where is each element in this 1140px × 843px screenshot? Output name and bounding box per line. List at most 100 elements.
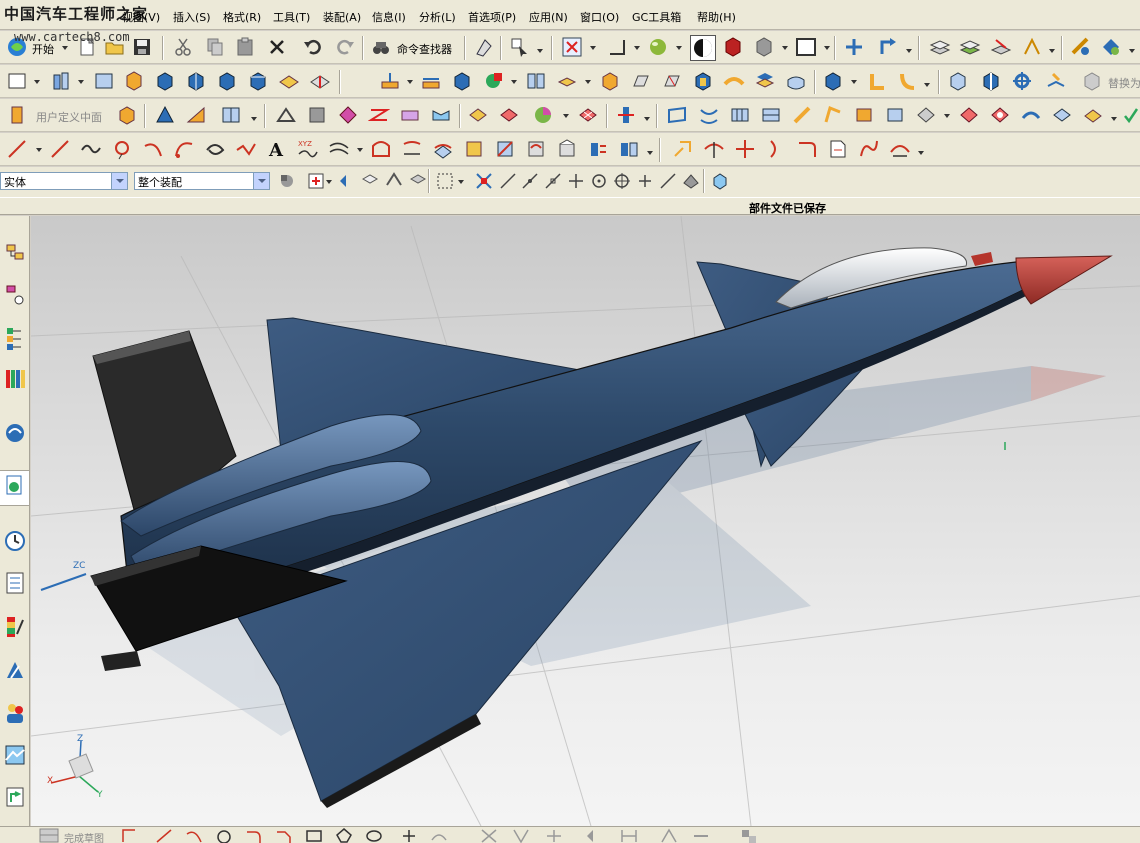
sketch-chamfer-icon[interactable] (275, 828, 293, 843)
profile-icon[interactable] (120, 828, 138, 843)
cone-icon[interactable] (216, 70, 238, 92)
sketch-corner-icon[interactable] (545, 828, 563, 843)
assembly-constraint-icon[interactable] (878, 36, 900, 58)
extrude-icon[interactable] (50, 70, 72, 92)
web-browser-icon[interactable] (3, 420, 27, 446)
combined-projection-icon[interactable] (587, 138, 609, 160)
start-dropdown-icon[interactable] (62, 46, 68, 50)
rectangle-select-icon[interactable] (435, 171, 457, 193)
line-alt-icon[interactable] (49, 138, 71, 160)
swept-icon[interactable] (185, 104, 207, 126)
mirror-curve-icon[interactable] (618, 138, 640, 160)
copy-icon[interactable] (204, 36, 226, 58)
orient-view-icon[interactable] (606, 36, 628, 58)
edit-curve-params-icon[interactable] (672, 138, 694, 160)
blend-icon[interactable] (309, 70, 331, 92)
trim-corner-icon[interactable] (734, 138, 756, 160)
sphere-icon[interactable] (247, 70, 269, 92)
x-form-icon[interactable] (958, 104, 980, 126)
text-icon[interactable]: A (266, 138, 288, 161)
save-icon[interactable] (131, 36, 153, 58)
undo-icon[interactable] (302, 36, 324, 58)
pad-icon[interactable] (822, 70, 844, 92)
sketch-auto-constraint-icon[interactable] (660, 828, 678, 843)
curve-network-icon[interactable] (666, 104, 688, 126)
match-edge-icon[interactable] (1020, 104, 1042, 126)
sketch-trim-icon[interactable] (480, 828, 498, 843)
boss-icon[interactable] (866, 70, 888, 92)
offset-curve-icon[interactable] (328, 138, 350, 160)
sketch-reattach-icon[interactable] (740, 828, 758, 843)
studio-surface-icon[interactable] (275, 104, 297, 126)
sketch-icon[interactable] (6, 70, 28, 92)
enlarge-icon[interactable] (1051, 104, 1073, 126)
undo-select-icon[interactable] (336, 171, 358, 193)
menu-analysis[interactable]: 分析(L) (419, 9, 456, 25)
helix-icon[interactable] (204, 138, 226, 160)
replace-button[interactable]: 替换为 (1108, 75, 1140, 91)
arc-length-icon[interactable] (827, 138, 849, 160)
snap-on-curve-icon[interactable] (658, 171, 680, 193)
sketch-extend-icon[interactable] (512, 828, 530, 843)
surface-grid-icon[interactable] (577, 104, 599, 126)
snap-quadrant-icon[interactable] (612, 171, 634, 193)
chevron-down-icon[interactable] (253, 173, 269, 189)
assembly-navigator-icon[interactable] (3, 242, 27, 268)
styled-sweep-icon[interactable] (853, 104, 875, 126)
curve-by-points-icon[interactable] (235, 138, 257, 160)
move-face-icon[interactable] (980, 70, 1002, 92)
select-body-icon[interactable] (360, 171, 382, 193)
process-studio-icon[interactable] (3, 658, 27, 684)
sketch-fillet-icon[interactable] (245, 828, 263, 843)
snap-arc-center-icon[interactable] (589, 171, 611, 193)
snap-endpoint-icon[interactable] (498, 171, 520, 193)
finish-sketch-icon[interactable] (38, 828, 60, 843)
menu-view[interactable]: 视图(V) (122, 9, 160, 25)
fillet-curve-icon[interactable] (796, 138, 818, 160)
split-body-icon[interactable] (420, 70, 442, 92)
project-curve-icon[interactable] (401, 138, 423, 160)
mesh-surface-icon[interactable] (729, 104, 751, 126)
synchronous-icon[interactable] (1011, 70, 1033, 92)
surface-analysis-icon[interactable] (884, 104, 906, 126)
through-curves-icon[interactable] (154, 104, 176, 126)
wrap-unwrap-icon[interactable] (556, 138, 578, 160)
command-finder-button[interactable]: 命令查找器 (397, 41, 452, 57)
sew-icon[interactable] (467, 104, 489, 126)
snap-bounded-grid-icon[interactable] (710, 171, 732, 193)
redo-icon[interactable] (334, 36, 356, 58)
hole-icon[interactable] (123, 70, 145, 92)
bridge-curve-icon[interactable] (370, 138, 392, 160)
system-materials-icon[interactable] (3, 570, 27, 596)
boolean-icon[interactable] (278, 70, 300, 92)
part-navigator-icon[interactable] (3, 326, 27, 352)
select-feature-icon[interactable] (384, 171, 406, 193)
snap-intersection-icon[interactable] (566, 171, 588, 193)
check-mark-icon[interactable] (1122, 104, 1140, 126)
divide-curve-icon[interactable] (765, 138, 787, 160)
n-sided-surface-icon[interactable] (306, 104, 328, 126)
sketch-arc-icon[interactable] (185, 828, 203, 843)
analysis-icon[interactable] (1100, 36, 1122, 58)
snap-point-icon[interactable] (306, 171, 328, 193)
curve-ruled-icon[interactable] (698, 104, 720, 126)
wrap-curve-icon[interactable] (525, 138, 547, 160)
replace-icon[interactable] (1081, 70, 1103, 92)
emboss-icon[interactable] (754, 70, 776, 92)
slot-icon[interactable] (785, 70, 807, 92)
intersect-curve-icon[interactable] (432, 138, 454, 160)
block-icon[interactable] (154, 70, 176, 92)
paste-icon[interactable] (234, 36, 256, 58)
menu-preferences[interactable]: 首选项(P) (468, 9, 516, 25)
shaded-sphere-icon[interactable] (647, 36, 669, 58)
menu-information[interactable]: 信息(I) (372, 9, 406, 25)
history-clock-icon[interactable] (3, 528, 27, 554)
cylinder-icon[interactable] (185, 70, 207, 92)
move-to-layer-icon[interactable] (990, 36, 1012, 58)
measure-icon[interactable] (1070, 36, 1092, 58)
finish-sketch-button[interactable]: 完成草图 (64, 830, 104, 843)
shell-icon[interactable] (451, 70, 473, 92)
sketch-circle-icon[interactable] (215, 828, 233, 843)
arc-by-points-icon[interactable] (173, 138, 195, 160)
roles-icon[interactable] (3, 700, 27, 726)
